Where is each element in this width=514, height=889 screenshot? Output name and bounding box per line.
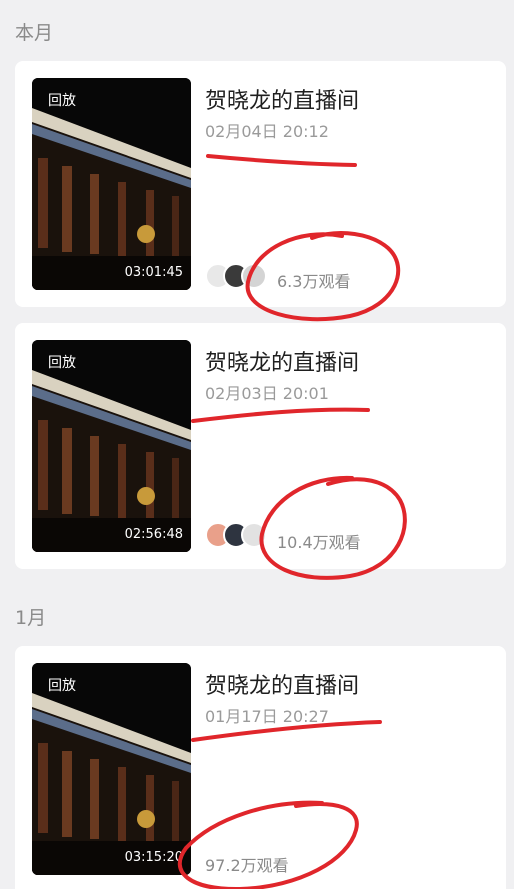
view-count: 97.2万观看 bbox=[205, 856, 289, 875]
video-duration: 02:56:48 bbox=[124, 527, 183, 542]
video-duration: 03:01:45 bbox=[124, 265, 183, 280]
stream-date: 01月17日 20:27 bbox=[205, 707, 329, 726]
replay-thumbnail[interactable]: 回放 02:56:48 bbox=[32, 340, 191, 552]
stream-date: 02月04日 20:12 bbox=[205, 122, 329, 141]
avatar bbox=[241, 263, 267, 289]
stream-date: 02月03日 20:01 bbox=[205, 384, 329, 403]
view-count: 6.3万观看 bbox=[277, 272, 351, 291]
room-title: 贺晓龙的直播间 bbox=[205, 674, 360, 699]
replay-card-2[interactable]: 回放 02:56:48 贺晓龙的直播间 02月03日 20:01 10.4万观看 bbox=[15, 323, 506, 569]
replay-thumbnail[interactable]: 回放 03:15:20 bbox=[32, 663, 191, 875]
replay-card-1[interactable]: 回放 03:01:45 贺晓龙的直播间 02月04日 20:12 6.3万观看 bbox=[15, 61, 506, 307]
replay-badge: 回放 bbox=[48, 678, 76, 694]
replay-card-3[interactable]: 回放 03:15:20 贺晓龙的直播间 01月17日 20:27 97.2万观看 bbox=[15, 646, 506, 889]
view-count: 10.4万观看 bbox=[277, 533, 361, 552]
viewer-avatars bbox=[205, 522, 267, 552]
room-title: 贺晓龙的直播间 bbox=[205, 351, 360, 376]
viewer-avatars bbox=[205, 263, 267, 293]
video-duration: 03:15:20 bbox=[124, 850, 183, 865]
replay-list-page: 本月 回放 03:01:45 贺晓龙的直播间 02月04日 20:12 6.3万… bbox=[0, 0, 514, 889]
avatar bbox=[241, 522, 267, 548]
replay-badge: 回放 bbox=[48, 355, 76, 371]
section-header-this-month: 本月 bbox=[15, 22, 54, 44]
room-title: 贺晓龙的直播间 bbox=[205, 89, 360, 114]
replay-thumbnail[interactable]: 回放 03:01:45 bbox=[32, 78, 191, 290]
section-header-january: 1月 bbox=[15, 607, 47, 629]
replay-badge: 回放 bbox=[48, 93, 76, 109]
